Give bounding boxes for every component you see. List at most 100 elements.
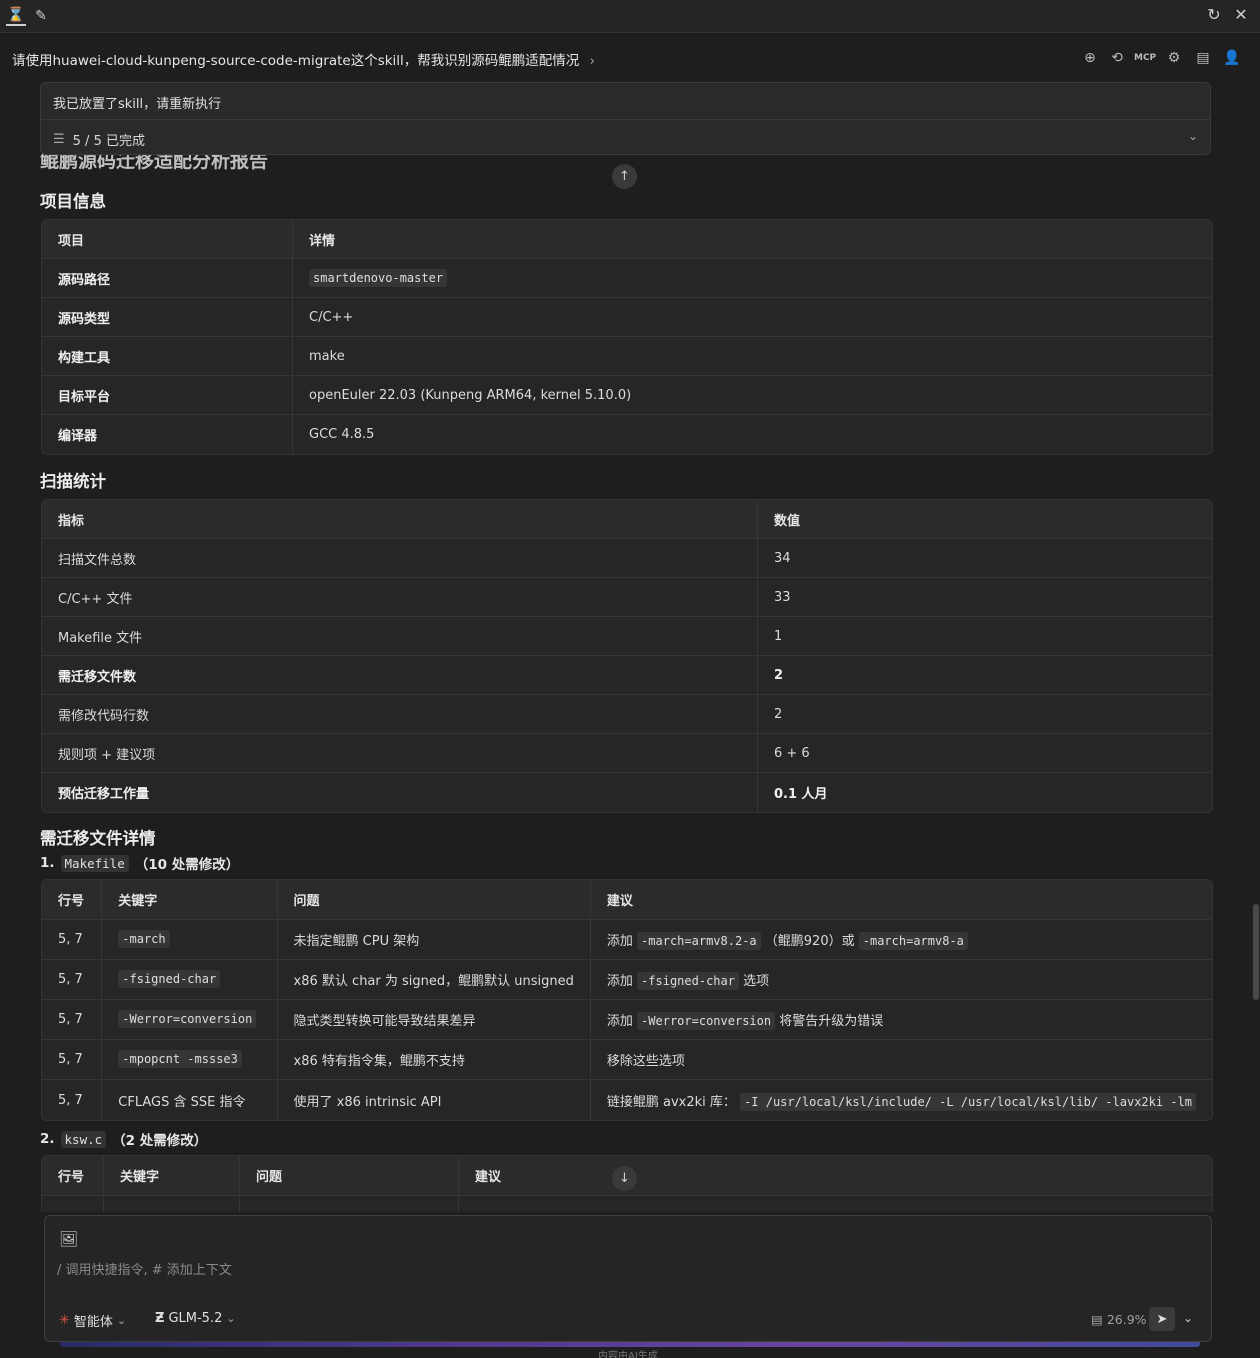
- file-heading: 2. ksw.c （2 处需修改）: [40, 1129, 207, 1149]
- table-cell-line: 5, 7: [42, 1000, 102, 1040]
- table-row: Makefile 文件 1: [42, 617, 1212, 656]
- notes-icon[interactable]: ▤: [1193, 48, 1213, 68]
- table-cell-value: 2: [757, 656, 1212, 695]
- table-row: C/C++ 文件 33: [42, 578, 1212, 617]
- table-cell-issue: 使用了 x86 intrinsic API: [276, 1080, 590, 1120]
- agent-selector[interactable]: ✳ 智能体 ⌄: [59, 1311, 126, 1330]
- chevron-down-icon[interactable]: ⌄: [1183, 1311, 1193, 1325]
- conversation-header: 请使用huawei-cloud-kunpeng-source-code-migr…: [0, 34, 1260, 80]
- context-usage: ▤ 26.9%: [1091, 1312, 1147, 1327]
- user-message-card: 我已放置了skill，请重新执行 ☰ 5 / 5 已完成 ⌄: [40, 82, 1211, 155]
- table-cell-line: 5, 7: [42, 1040, 102, 1080]
- scroll-up-button[interactable]: ↑: [612, 164, 637, 189]
- table-header: 项目: [42, 220, 292, 259]
- file-index: 2.: [40, 1131, 55, 1147]
- inline-code: -march: [118, 930, 170, 948]
- image-upload-icon[interactable]: 🖼: [59, 1230, 78, 1248]
- mcp-icon[interactable]: MCP: [1134, 48, 1156, 68]
- table-header: 行号: [42, 880, 102, 920]
- table-cell-value: 1: [757, 617, 1212, 656]
- table-cell-key: C/C++ 文件: [42, 578, 757, 617]
- inline-code: -Werror=conversion: [118, 1010, 257, 1028]
- table-cell-value: 33: [757, 578, 1212, 617]
- conversation-title[interactable]: 请使用huawei-cloud-kunpeng-source-code-migr…: [12, 49, 595, 69]
- suggestion-text: 添加: [606, 974, 633, 989]
- model-label: GLM-5.2: [168, 1311, 223, 1326]
- model-selector[interactable]: Ƶ GLM-5.2 ⌄: [155, 1311, 236, 1326]
- table-cell-key: 源码路径: [42, 259, 292, 298]
- table-cell-issue: 隐式类型转换可能导致结果差异: [276, 1000, 590, 1040]
- table-cell-key: 目标平台: [42, 376, 292, 415]
- makefile-changes-table: 行号 关键字 问题 建议 5, 7 -march 未指定鲲鹏 CPU 架构 添加…: [41, 879, 1213, 1121]
- edit-tab-icon[interactable]: ✎: [31, 6, 51, 26]
- table-cell-suggestion: 添加 -march=armv8.2-a （鲲鹏920）或 -march=armv…: [589, 920, 1212, 960]
- new-chat-icon[interactable]: ⊕: [1080, 48, 1100, 68]
- table-cell-line: 5, 7: [58, 1092, 83, 1108]
- file-count: （10 处需修改）: [134, 857, 240, 873]
- agent-logo-icon: ✳: [59, 1313, 70, 1328]
- table-cell-issue: 未指定鲲鹏 CPU 架构: [276, 920, 590, 960]
- file-count: （2 处需修改）: [112, 1133, 208, 1149]
- section-files-heading: 需迁移文件详情: [40, 829, 156, 848]
- table-row: 需修改代码行数 2: [42, 695, 1212, 734]
- context-usage-value: 26.9%: [1106, 1312, 1147, 1327]
- task-progress[interactable]: ☰ 5 / 5 已完成: [53, 130, 145, 149]
- table-cell-keyword: -march: [101, 920, 277, 960]
- inline-code: -march=armv8-a: [858, 932, 968, 950]
- close-icon[interactable]: ✕: [1231, 5, 1251, 24]
- chevron-down-icon: ⌄: [226, 1312, 236, 1325]
- table-cell-value: openEuler 22.03 (Kunpeng ARM64, kernel 5…: [292, 376, 1212, 415]
- table-row: 编译器 GCC 4.8.5: [42, 415, 1212, 454]
- inline-code: -fsigned-char: [118, 970, 221, 988]
- scroll-down-button[interactable]: ↓: [612, 1166, 637, 1191]
- suggestion-text: 链接鲲鹏 avx2ki 库：: [606, 1094, 736, 1110]
- table-row: 扫描文件总数 34: [42, 539, 1212, 578]
- history-icon[interactable]: ⟲: [1107, 48, 1127, 68]
- chevron-down-icon[interactable]: ⌄: [1188, 129, 1198, 143]
- user-message-text: 我已放置了skill，请重新执行: [53, 97, 222, 112]
- table-cell-key: 需迁移文件数: [42, 656, 757, 695]
- table-header-row: 行号 关键字 问题 建议: [42, 880, 1212, 920]
- user-icon[interactable]: 👤: [1222, 48, 1242, 68]
- conversation-title-text: 请使用huawei-cloud-kunpeng-source-code-migr…: [12, 53, 580, 69]
- table-cell-keyword: -mpopcnt -mssse3: [101, 1040, 277, 1080]
- table-cell-key: 需修改代码行数: [42, 695, 757, 734]
- table-cell-value: GCC 4.8.5: [292, 415, 1212, 454]
- table-cell-key: 预估迁移工作量: [58, 787, 150, 802]
- inline-code: -mpopcnt -mssse3: [118, 1050, 242, 1068]
- chat-input[interactable]: / 调用快捷指令, # 添加上下文: [57, 1259, 232, 1278]
- file-index: 1.: [40, 855, 55, 871]
- file-heading: 1. Makefile （10 处需修改）: [40, 853, 239, 873]
- send-icon: ➤: [1156, 1311, 1168, 1327]
- agent-label: 智能体: [73, 1315, 113, 1330]
- suggestion-text: 将警告升级为错误: [779, 1014, 884, 1029]
- table-header: 问题: [239, 1156, 458, 1196]
- suggestion-text: 添加: [606, 934, 633, 949]
- refresh-icon[interactable]: ↻: [1204, 5, 1224, 24]
- hourglass-tab-icon[interactable]: ⌛: [6, 6, 26, 26]
- table-row: 源码路径 smartdenovo-master: [42, 259, 1212, 298]
- table-cell-issue: x86 默认 char 为 signed，鲲鹏默认 unsigned: [276, 960, 590, 1000]
- table-row: 5, 7 CFLAGS 含 SSE 指令 使用了 x86 intrinsic A…: [42, 1080, 1212, 1120]
- divider: [41, 119, 1210, 120]
- send-button[interactable]: ➤: [1149, 1307, 1175, 1331]
- table-cell-value: smartdenovo-master: [292, 259, 1212, 298]
- table-row: 目标平台 openEuler 22.03 (Kunpeng ARM64, ker…: [42, 376, 1212, 415]
- table-header: 数值: [757, 500, 1212, 539]
- suggestion-text: 选项: [743, 974, 770, 989]
- table-row: 构建工具 make: [42, 337, 1212, 376]
- table-row: 5, 7 -march 未指定鲲鹏 CPU 架构 添加 -march=armv8…: [42, 920, 1212, 960]
- table-cell-key: 编译器: [58, 429, 98, 444]
- table-header: 指标: [42, 500, 757, 539]
- chevron-right-icon: ›: [589, 53, 595, 69]
- table-cell-suggestion: 移除这些选项: [589, 1040, 1212, 1080]
- table-header: 行号: [42, 1156, 103, 1196]
- scrollbar-thumb[interactable]: [1253, 904, 1259, 1000]
- table-cell-issue: [239, 1196, 458, 1212]
- inline-code: -march=armv8.2-a: [637, 932, 761, 950]
- table-header-row: 项目 详情: [42, 220, 1212, 259]
- settings-gear-icon[interactable]: ⚙: [1164, 48, 1184, 68]
- table-row: 需迁移文件数 2: [42, 656, 1212, 695]
- table-cell-key: 源码类型: [42, 298, 292, 337]
- table-cell-keyword: -fsigned-char: [101, 960, 277, 1000]
